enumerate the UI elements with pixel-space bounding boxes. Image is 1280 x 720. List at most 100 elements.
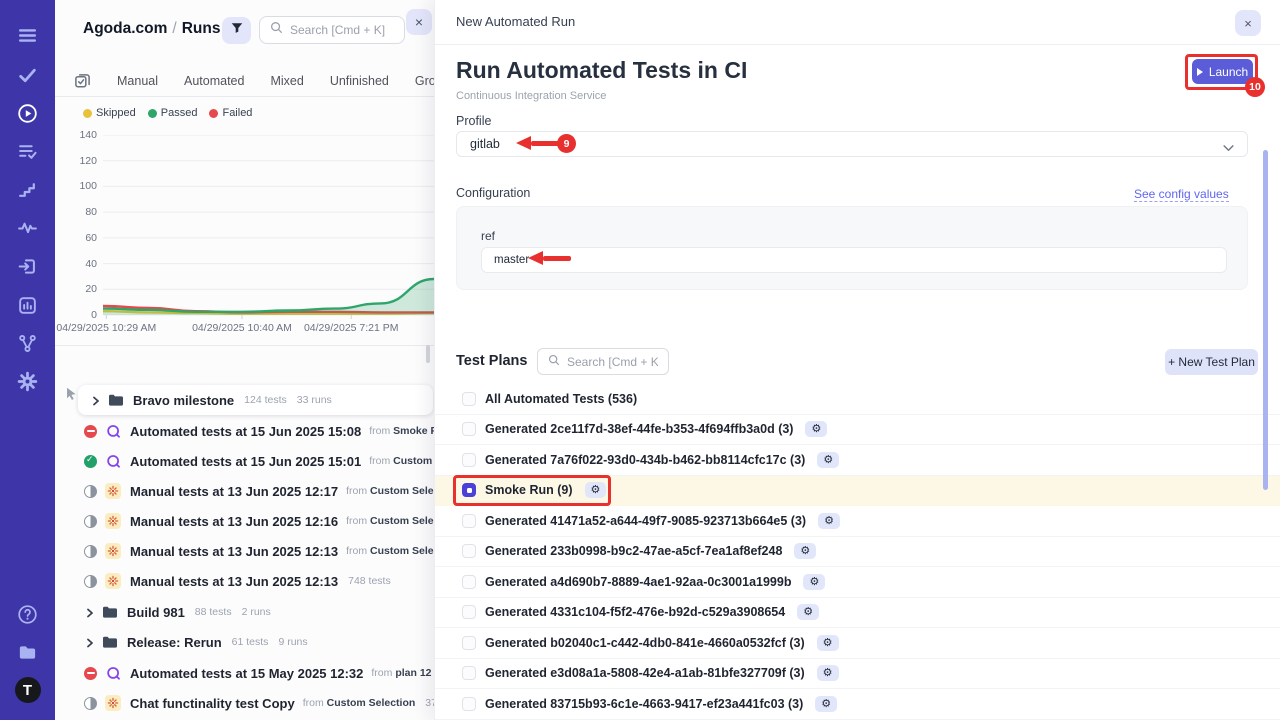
test-plan-item[interactable]: Generated 83715b93-6c1e-4663-9417-ef23a4… bbox=[435, 689, 1280, 720]
ref-input[interactable] bbox=[481, 247, 1227, 273]
run-folder-item[interactable]: Release: Rerun 61 tests 9 runs bbox=[55, 627, 475, 657]
test-plan-item[interactable]: Generated 41471a52-a644-49f7-9085-923713… bbox=[435, 506, 1280, 537]
run-source: from plan 12 bbox=[371, 667, 431, 679]
test-plans-search-input[interactable] bbox=[567, 355, 658, 369]
run-type-icon bbox=[105, 695, 121, 711]
x-axis-tick: 04/29/2025 10:40 AM bbox=[182, 322, 302, 334]
test-plan-item[interactable]: Generated 7a76f022-93d0-434b-b462-bb8114… bbox=[435, 445, 1280, 476]
test-plan-checkbox[interactable] bbox=[462, 422, 476, 436]
run-status-icon bbox=[84, 455, 97, 468]
launch-button[interactable]: Launch bbox=[1192, 59, 1253, 84]
test-plan-item[interactable]: Generated b02040c1-c442-4db0-841e-4660a0… bbox=[435, 628, 1280, 659]
runs-panel-close-button[interactable]: × bbox=[406, 9, 432, 35]
tab-manual[interactable]: Manual bbox=[117, 74, 158, 88]
test-plan-settings-gear[interactable]: ⚙ bbox=[817, 635, 839, 651]
left-panel-scrollbar[interactable] bbox=[426, 345, 430, 363]
test-plan-checkbox[interactable] bbox=[462, 453, 476, 467]
test-plan-checkbox[interactable] bbox=[462, 605, 476, 619]
test-plan-checkbox[interactable] bbox=[462, 636, 476, 650]
chevron-down-icon bbox=[1223, 141, 1234, 148]
chevron-right-icon[interactable] bbox=[84, 606, 96, 618]
main-sidebar: T bbox=[0, 0, 55, 720]
test-plan-checkbox[interactable] bbox=[462, 544, 476, 558]
run-list-item[interactable]: Manual tests at 13 Jun 2025 12:13 from C… bbox=[55, 536, 475, 566]
divider bbox=[55, 345, 434, 346]
test-plan-settings-gear[interactable]: ⚙ bbox=[803, 574, 825, 590]
folder-tests-count: 124 tests bbox=[244, 394, 287, 406]
test-plan-settings-gear[interactable]: ⚙ bbox=[794, 543, 816, 559]
legend-item[interactable]: Skipped bbox=[83, 107, 136, 119]
legend-dot bbox=[148, 109, 157, 118]
test-plan-checkbox[interactable] bbox=[462, 666, 476, 680]
run-list-item[interactable]: Manual tests at 13 Jun 2025 12:16 from C… bbox=[55, 506, 475, 536]
import-icon[interactable] bbox=[0, 249, 55, 283]
menu-icon[interactable] bbox=[0, 18, 55, 52]
runs-search[interactable] bbox=[259, 16, 405, 44]
test-plan-settings-gear[interactable]: ⚙ bbox=[805, 421, 827, 437]
run-folder-item[interactable]: Build 981 88 tests 2 runs bbox=[55, 597, 475, 627]
tests-check-icon[interactable] bbox=[0, 58, 55, 92]
run-list-item[interactable]: Automated tests at 15 Jun 2025 15:08 fro… bbox=[55, 416, 475, 446]
chevron-right-icon[interactable] bbox=[84, 636, 96, 648]
settings-gear-icon[interactable] bbox=[0, 364, 55, 398]
test-plans-list-icon[interactable] bbox=[0, 134, 55, 168]
runs-panel-header: Agoda.com/Runs × bbox=[55, 0, 434, 60]
app-logo[interactable]: T bbox=[0, 673, 55, 707]
test-plan-settings-gear[interactable]: ⚙ bbox=[817, 665, 839, 681]
drawer-scrollbar[interactable] bbox=[1263, 150, 1268, 490]
folder-icon bbox=[108, 393, 124, 407]
test-plan-checkbox[interactable] bbox=[462, 392, 476, 406]
select-runs-icon[interactable] bbox=[74, 73, 91, 90]
chevron-right-icon[interactable] bbox=[90, 394, 102, 406]
run-list-item[interactable]: Manual tests at 13 Jun 2025 12:13 748 te… bbox=[55, 566, 475, 596]
runs-search-input[interactable] bbox=[290, 23, 394, 37]
branches-icon[interactable] bbox=[0, 326, 55, 360]
test-plan-item[interactable]: Generated a4d690b7-8889-4ae1-92aa-0c3001… bbox=[435, 567, 1280, 598]
drawer-close-button[interactable]: × bbox=[1235, 10, 1261, 36]
pulse-analytics-icon[interactable] bbox=[0, 210, 55, 244]
test-plan-checkbox[interactable] bbox=[462, 483, 476, 497]
tab-unfinished[interactable]: Unfinished bbox=[330, 74, 389, 88]
test-plan-item[interactable]: Generated 2ce11f7d-38ef-44fe-b353-4f694f… bbox=[435, 415, 1280, 446]
legend-item[interactable]: Passed bbox=[148, 107, 198, 119]
test-plan-item[interactable]: Generated 233b0998-b9c2-47ae-a5cf-7ea1af… bbox=[435, 537, 1280, 568]
runs-play-icon[interactable] bbox=[0, 96, 55, 130]
projects-folder-icon[interactable] bbox=[0, 635, 55, 669]
test-plan-item[interactable]: Generated 4331c104-f5f2-476e-b92d-c529a3… bbox=[435, 598, 1280, 629]
test-plan-settings-gear[interactable]: ⚙ bbox=[797, 604, 819, 620]
legend-item[interactable]: Failed bbox=[209, 107, 252, 119]
reports-chart-icon[interactable] bbox=[0, 288, 55, 322]
test-plan-settings-gear[interactable]: ⚙ bbox=[585, 482, 607, 498]
milestones-steps-icon[interactable] bbox=[0, 172, 55, 206]
see-config-values-link[interactable]: See config values bbox=[1134, 187, 1229, 202]
test-plan-checkbox[interactable] bbox=[462, 514, 476, 528]
run-type-icon bbox=[105, 513, 121, 529]
profile-select[interactable]: gitlab bbox=[456, 131, 1248, 157]
tab-automated[interactable]: Automated bbox=[184, 74, 244, 88]
breadcrumb-project[interactable]: Agoda.com bbox=[83, 20, 167, 37]
test-plan-checkbox[interactable] bbox=[462, 697, 476, 711]
test-plan-item[interactable]: Generated e3d08a1a-5808-42e4-a1ab-81bfe3… bbox=[435, 659, 1280, 690]
run-title: Automated tests at 15 Jun 2025 15:01 bbox=[130, 454, 361, 469]
run-list-item[interactable]: Chat functinality test Copy from Custom … bbox=[55, 688, 475, 718]
run-list-item[interactable]: Automated tests at 15 May 2025 12:32 fro… bbox=[55, 658, 475, 688]
test-plan-settings-gear[interactable]: ⚙ bbox=[815, 696, 837, 712]
test-plans-search[interactable] bbox=[537, 348, 669, 375]
new-test-plan-button[interactable]: + New Test Plan bbox=[1165, 349, 1258, 375]
test-plan-settings-gear[interactable]: ⚙ bbox=[818, 513, 840, 529]
test-plan-settings-gear[interactable]: ⚙ bbox=[817, 452, 839, 468]
run-folder-item[interactable]: Bravo milestone 124 tests 33 runs bbox=[78, 385, 433, 415]
test-plan-item[interactable]: All Automated Tests (536) bbox=[435, 384, 1280, 415]
test-plan-item[interactable]: Smoke Run (9) ⚙ bbox=[435, 476, 1280, 507]
test-plans-title: Test Plans bbox=[456, 353, 527, 369]
breadcrumb[interactable]: Agoda.com/Runs bbox=[83, 20, 220, 38]
test-plan-checkbox[interactable] bbox=[462, 575, 476, 589]
divider bbox=[55, 96, 434, 97]
test-plan-label: Generated e3d08a1a-5808-42e4-a1ab-81bfe3… bbox=[485, 666, 805, 680]
run-list-item[interactable]: Manual tests at 13 Jun 2025 12:17 from C… bbox=[55, 476, 475, 506]
run-list-item[interactable]: Automated tests at 15 Jun 2025 15:01 fro… bbox=[55, 446, 475, 476]
help-icon[interactable] bbox=[0, 597, 55, 631]
y-axis-tick: 140 bbox=[61, 129, 97, 141]
tab-mixed[interactable]: Mixed bbox=[270, 74, 303, 88]
filter-button[interactable] bbox=[222, 17, 251, 44]
